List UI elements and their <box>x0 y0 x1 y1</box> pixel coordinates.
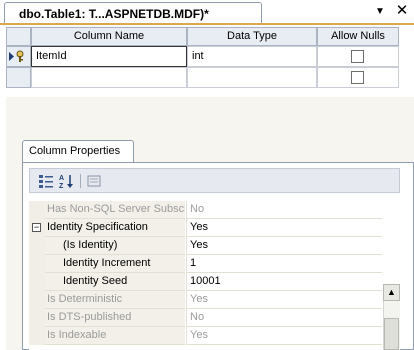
property-row[interactable]: Identity Increment 1 <box>29 255 382 273</box>
property-row[interactable]: Is Indexable Yes <box>29 327 382 345</box>
property-grid: Has Non-SQL Server Subscriber No − Ident… <box>29 201 400 350</box>
svg-text:Z: Z <box>59 183 64 189</box>
tab-column-properties-label: Column Properties <box>29 145 121 157</box>
property-name: Is Indexable <box>45 327 185 345</box>
property-value[interactable]: Yes <box>186 219 382 237</box>
property-name: Is Deterministic <box>45 291 185 309</box>
property-value[interactable]: Yes <box>186 237 382 255</box>
property-value[interactable]: No <box>186 201 382 219</box>
scroll-up-icon[interactable]: ▲ <box>383 284 400 301</box>
properties-toolbar: A Z <box>29 168 400 193</box>
categorized-icon[interactable] <box>38 173 54 189</box>
property-name: Is DTS-published <box>45 309 185 327</box>
data-type-cell[interactable]: int <box>187 46 317 67</box>
scroll-thumb[interactable] <box>384 318 399 350</box>
property-row[interactable]: Identity Seed 10001 <box>29 273 382 291</box>
tab-column-properties[interactable]: Column Properties <box>22 140 134 162</box>
header-data-type[interactable]: Data Type <box>187 27 317 46</box>
table-designer-grid: Column Name Data Type Allow Nulls ItemId… <box>6 27 414 97</box>
row-header-corner <box>6 27 31 46</box>
allow-nulls-cell[interactable] <box>317 67 399 88</box>
allow-nulls-checkbox[interactable] <box>351 50 364 63</box>
alphabetical-icon[interactable]: A Z <box>59 173 75 190</box>
column-name-cell[interactable]: ItemId <box>31 46 187 67</box>
property-row[interactable]: Has Non-SQL Server Subscriber No <box>29 201 382 219</box>
property-name: Identity Seed <box>45 273 185 291</box>
header-allow-nulls[interactable]: Allow Nulls <box>317 27 399 46</box>
property-name: Has Non-SQL Server Subscriber <box>45 201 185 219</box>
header-column-name[interactable]: Column Name <box>31 27 187 46</box>
property-value[interactable]: 10001 <box>186 273 382 291</box>
allow-nulls-cell[interactable] <box>317 46 399 67</box>
property-row[interactable]: Is DTS-published No <box>29 309 382 327</box>
property-pages-icon[interactable] <box>86 173 102 189</box>
property-name: (Is Identity) <box>45 237 185 255</box>
svg-text:A: A <box>59 175 64 182</box>
property-row[interactable]: Is Deterministic Yes <box>29 291 382 309</box>
data-type-cell[interactable] <box>187 67 317 88</box>
property-value[interactable]: Yes <box>186 291 382 309</box>
property-name: Identity Specification <box>45 219 185 237</box>
property-row[interactable]: − Identity Specification Yes <box>29 219 382 237</box>
property-row[interactable]: (Is Identity) Yes <box>29 237 382 255</box>
property-value[interactable]: No <box>186 309 382 327</box>
document-tab[interactable]: dbo.Table1: T...ASPNETDB.MDF)* <box>4 2 262 24</box>
property-name: Identity Increment <box>45 255 185 273</box>
row-selector[interactable] <box>6 67 31 88</box>
collapse-icon[interactable]: − <box>32 223 41 232</box>
key-and-current-row-icon <box>9 50 24 62</box>
column-name-cell[interactable] <box>31 67 187 88</box>
property-value[interactable]: Yes <box>186 327 382 345</box>
allow-nulls-checkbox[interactable] <box>351 71 364 84</box>
row-selector[interactable] <box>6 46 31 67</box>
toolbar-separator <box>80 174 81 188</box>
tab-underline <box>0 23 414 25</box>
close-icon[interactable]: ✕ <box>394 2 410 20</box>
property-value[interactable]: 1 <box>186 255 382 273</box>
dropdown-arrow-icon[interactable]: ▼ <box>373 5 387 19</box>
document-tab-title: dbo.Table1: T...ASPNETDB.MDF)* <box>19 7 209 21</box>
